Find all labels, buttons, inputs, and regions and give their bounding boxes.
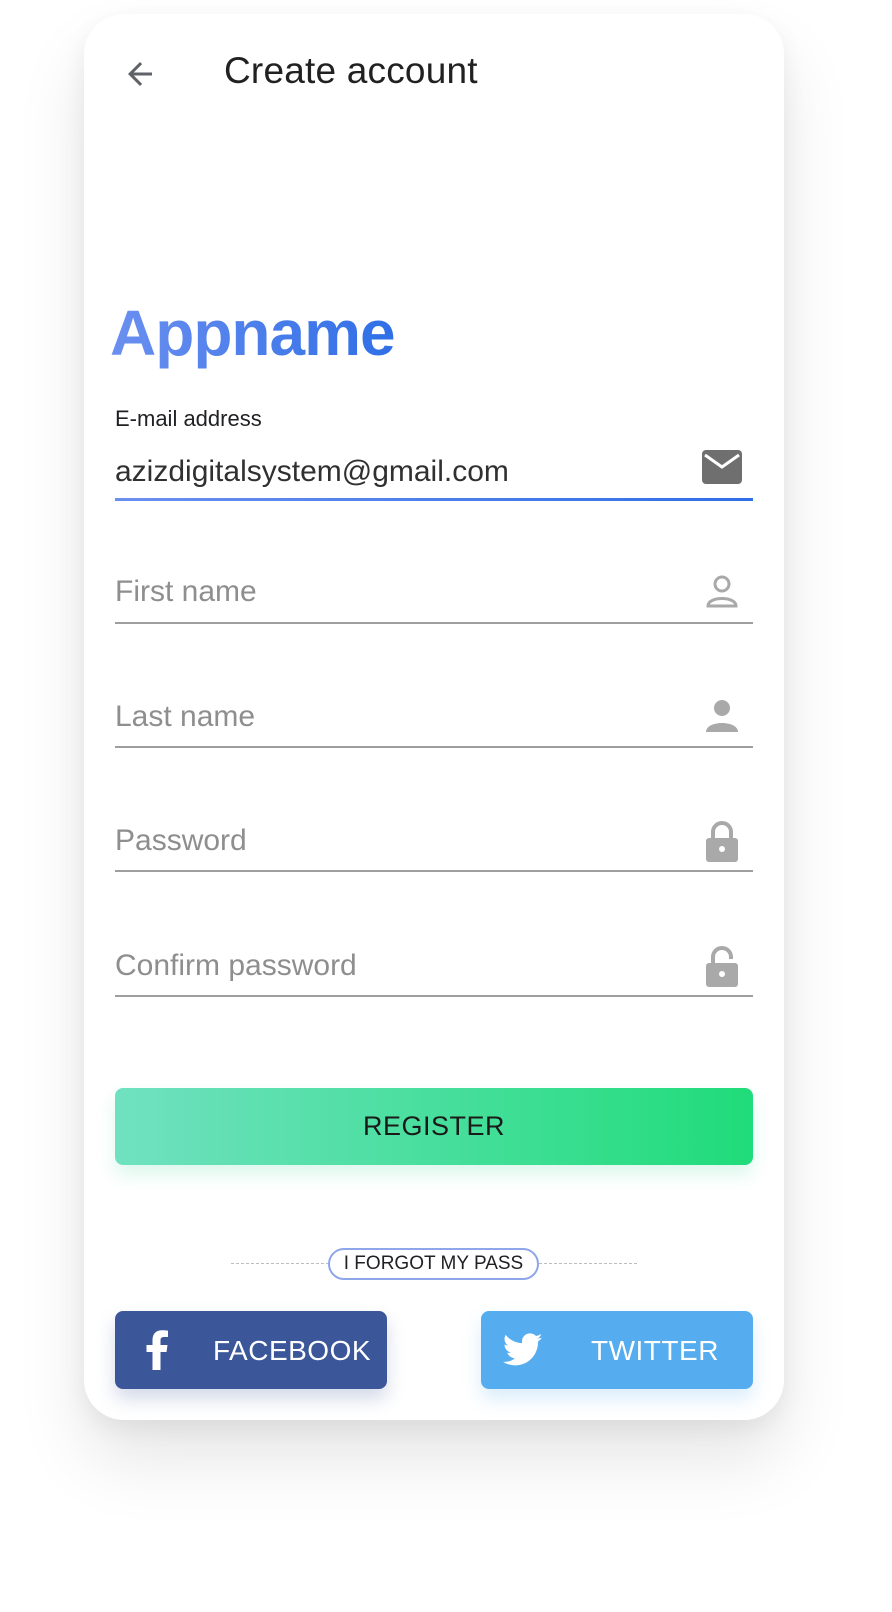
- facebook-button[interactable]: FACEBOOK: [115, 1311, 387, 1389]
- page-title: Create account: [224, 50, 478, 91]
- person-outline-icon: [706, 575, 738, 608]
- confirm-password-underline: [115, 995, 753, 997]
- twitter-label: TWITTER: [591, 1335, 719, 1366]
- email-underline: [115, 498, 753, 501]
- lock-open-icon: [706, 946, 738, 987]
- back-button[interactable]: [118, 52, 162, 96]
- password-underline: [115, 870, 753, 872]
- confirm-password-icon-wrap: [701, 945, 743, 987]
- last-name-icon-wrap: [701, 695, 743, 737]
- twitter-button[interactable]: TWITTER: [481, 1311, 753, 1389]
- last-name-group: [115, 692, 753, 752]
- password-group: [115, 816, 753, 876]
- twitter-icon: [503, 1330, 543, 1370]
- last-name-field[interactable]: [115, 695, 685, 739]
- arrow-left-icon: [128, 62, 152, 86]
- person-filled-icon: [706, 700, 738, 732]
- facebook-icon: [137, 1330, 177, 1370]
- first-name-field[interactable]: [115, 570, 685, 614]
- divider-right: [539, 1263, 637, 1264]
- first-name-icon-wrap: [701, 570, 743, 612]
- register-button[interactable]: REGISTER: [115, 1088, 753, 1165]
- divider-left: [231, 1263, 329, 1264]
- mail-icon: [702, 450, 742, 484]
- email-label: E-mail address: [115, 406, 262, 431]
- lock-icon: [706, 821, 738, 862]
- forgot-password-row: I FORGOT MY PASS: [231, 1248, 637, 1280]
- first-name-underline: [115, 622, 753, 624]
- password-field[interactable]: [115, 819, 685, 863]
- confirm-password-group: [115, 941, 753, 1001]
- forgot-password-link[interactable]: I FORGOT MY PASS: [328, 1248, 539, 1280]
- password-icon-wrap: [701, 820, 743, 862]
- app-logo-text: Appname: [110, 297, 396, 369]
- last-name-underline: [115, 746, 753, 748]
- first-name-group: [115, 568, 753, 628]
- confirm-password-field[interactable]: [115, 944, 685, 988]
- email-icon-wrap: [701, 446, 743, 488]
- facebook-label: FACEBOOK: [213, 1335, 372, 1366]
- email-field[interactable]: [115, 450, 685, 494]
- email-field-group: E-mail address: [115, 406, 753, 506]
